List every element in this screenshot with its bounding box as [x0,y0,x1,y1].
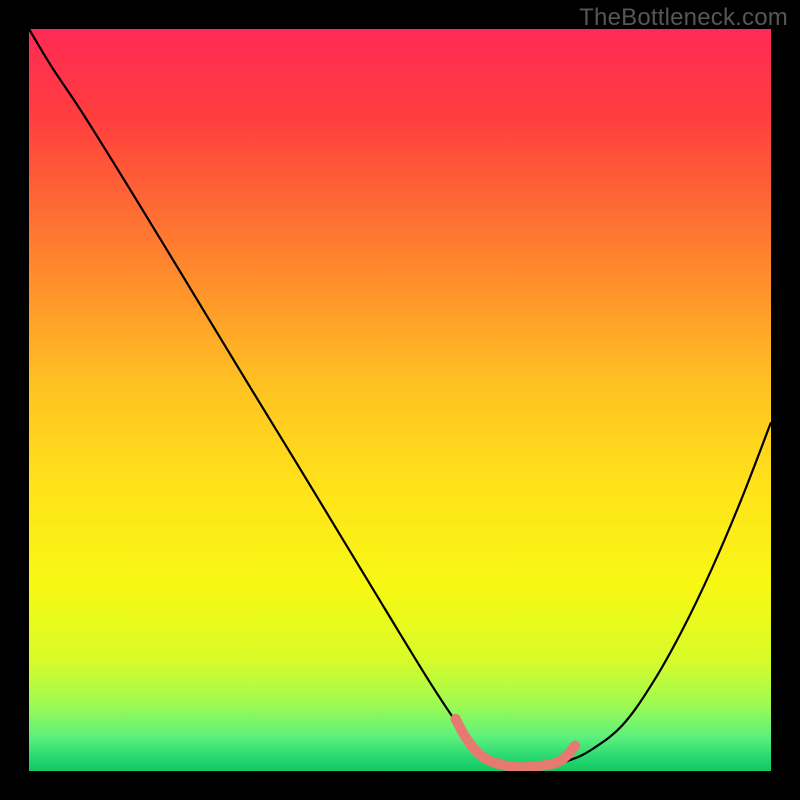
plot-area [29,29,771,771]
marker-end-dot [570,741,580,751]
chart-frame: TheBottleneck.com [0,0,800,800]
gradient-background [29,29,771,771]
marker-end-dot [450,714,460,724]
watermark-text: TheBottleneck.com [579,4,788,32]
chart-svg [29,29,771,771]
